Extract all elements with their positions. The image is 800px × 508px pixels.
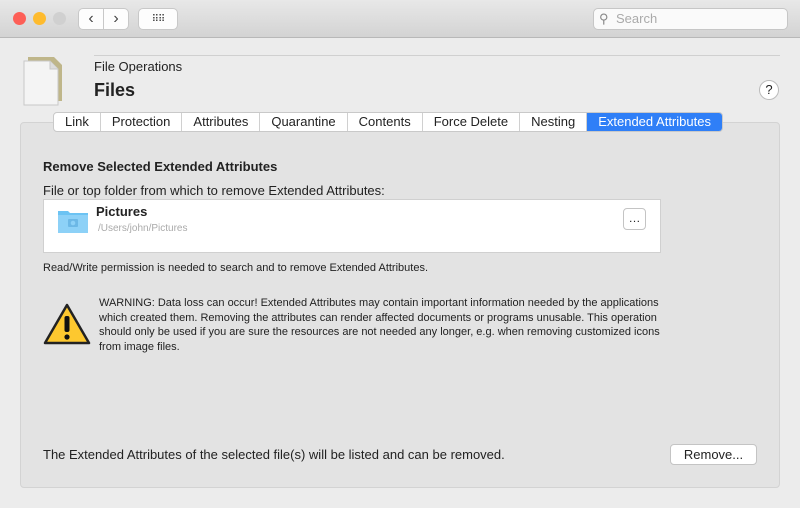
tab-protection[interactable]: Protection — [101, 113, 183, 131]
back-button[interactable]: ‹ — [78, 8, 104, 30]
file-drop-area[interactable]: Pictures /Users/john/Pictures … — [43, 199, 661, 253]
footer-text: The Extended Attributes of the selected … — [43, 447, 505, 462]
tab-force-delete[interactable]: Force Delete — [423, 113, 521, 131]
chevron-left-icon: ‹ — [88, 10, 94, 27]
tab-contents[interactable]: Contents — [348, 113, 423, 131]
permission-note: Read/Write permission is needed to searc… — [43, 262, 429, 274]
warning-text: WARNING: Data loss can occur! Extended A… — [99, 297, 660, 353]
file-name: Pictures — [96, 204, 148, 219]
page-title: Files — [94, 80, 136, 100]
browse-button[interactable]: … — [623, 208, 646, 230]
tab-extended-attributes[interactable]: Extended Attributes — [587, 113, 722, 131]
forward-button[interactable]: › — [103, 8, 129, 30]
tab-link[interactable]: Link — [54, 113, 101, 131]
tab-attributes[interactable]: Attributes — [182, 113, 261, 131]
grid-icon: ⠿⠿ — [151, 13, 166, 25]
title-bar: ‹ › ⠿⠿ ⚲ Search — [0, 0, 800, 38]
divider — [94, 55, 780, 56]
folder-icon — [58, 211, 88, 233]
section-heading: Remove Selected Extended Attributes — [43, 159, 278, 174]
zoom-button[interactable] — [53, 12, 66, 25]
document-icon — [23, 57, 62, 106]
file-label: File or top folder from which to remove … — [43, 183, 385, 198]
chevron-right-icon: › — [113, 10, 119, 27]
search-icon: ⚲ — [599, 11, 609, 26]
remove-button[interactable]: Remove... — [670, 444, 757, 465]
minimize-button[interactable] — [33, 12, 46, 25]
warning-icon — [43, 303, 91, 345]
close-button[interactable] — [13, 12, 26, 25]
tab-nesting[interactable]: Nesting — [520, 113, 588, 131]
show-all-button[interactable]: ⠿⠿ — [138, 8, 178, 30]
tab-bar: Link Protection Attributes Quarantine Co… — [53, 112, 723, 132]
search-input[interactable]: ⚲ Search — [593, 8, 788, 30]
file-path: /Users/john/Pictures — [98, 223, 188, 234]
page-subtitle: File Operations — [94, 59, 183, 74]
tab-quarantine[interactable]: Quarantine — [260, 113, 348, 131]
help-button[interactable]: ? — [759, 80, 779, 100]
